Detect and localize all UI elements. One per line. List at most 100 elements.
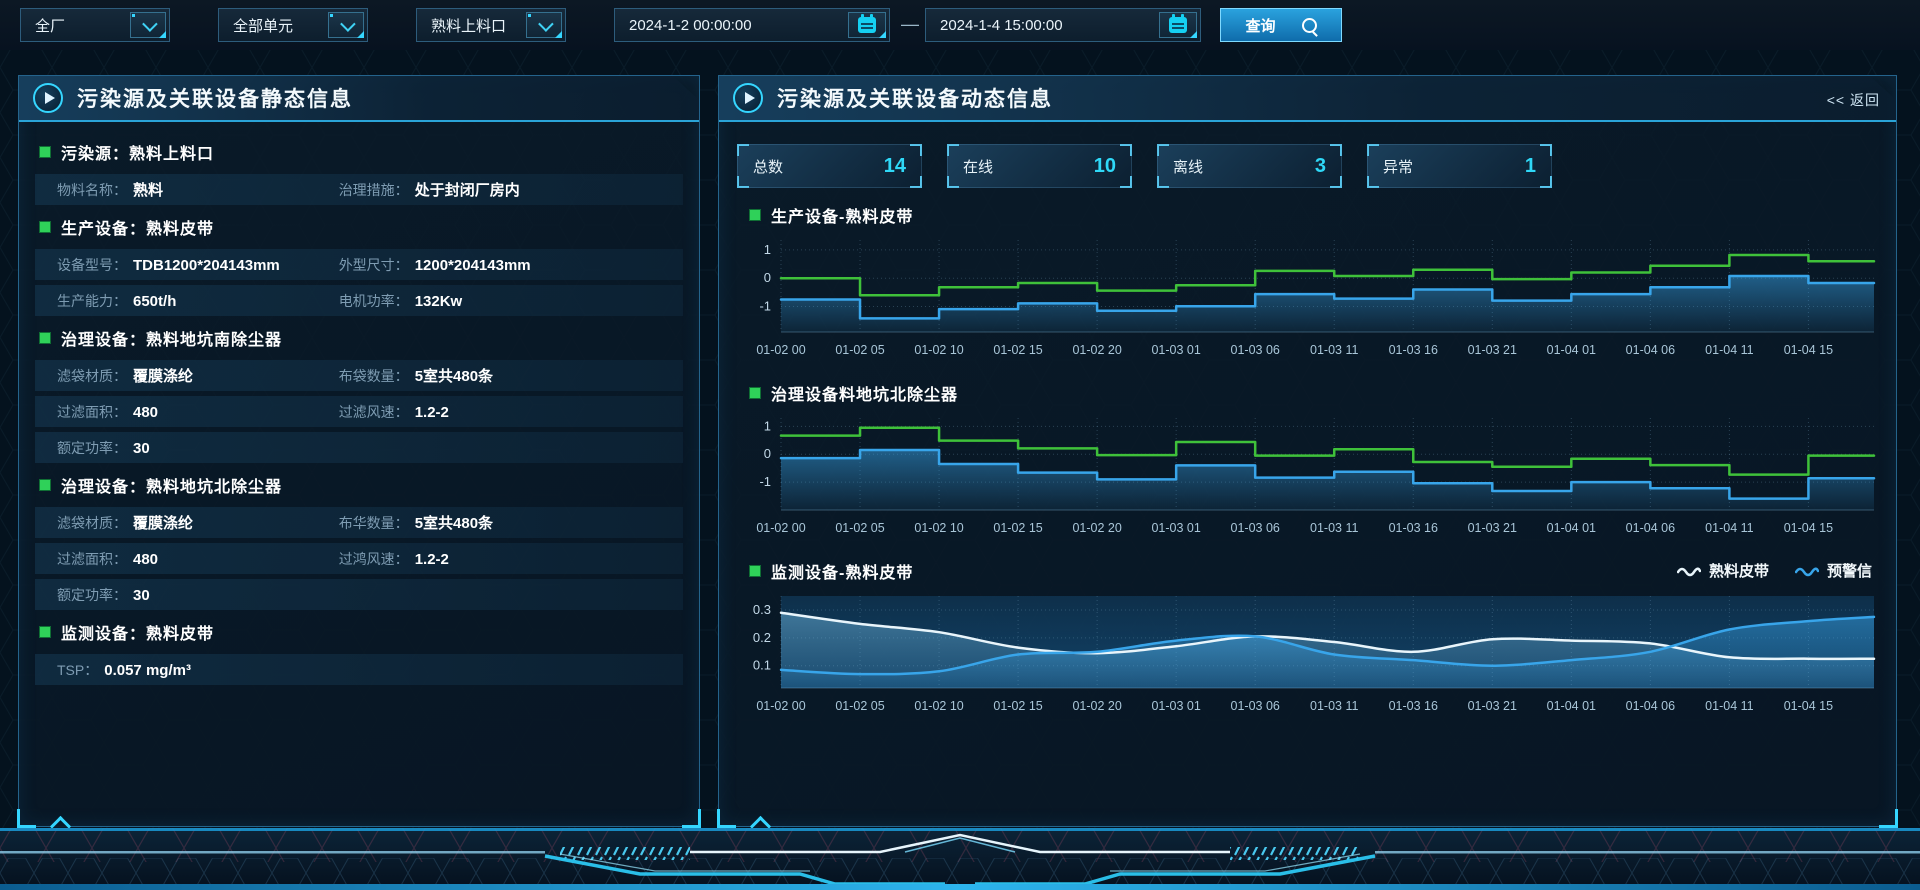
stat-value: 1 xyxy=(1525,155,1536,178)
legend-item-warning[interactable]: 预警信 xyxy=(1795,560,1872,581)
info-row: 生产能力：650t/h 电机功率：132Kw xyxy=(35,285,683,316)
svg-text:01-04 01: 01-04 01 xyxy=(1547,699,1596,713)
svg-text:01-04 15: 01-04 15 xyxy=(1784,521,1833,535)
unit-select[interactable]: 全部单元 xyxy=(218,8,368,42)
green-square-icon xyxy=(39,626,51,638)
end-date-input[interactable]: 2024-1-4 15:00:00 xyxy=(925,8,1201,42)
unit-select-value: 全部单元 xyxy=(219,15,328,36)
wave-line-icon xyxy=(1795,565,1819,577)
svg-text:01-03 11: 01-03 11 xyxy=(1310,699,1358,713)
stat-value: 3 xyxy=(1315,155,1326,178)
svg-text:1: 1 xyxy=(764,242,771,257)
dynamic-panel-body: 总数 14 在线 10 离线 3 异常 1 生产设备-熟料皮带 10-101-0… xyxy=(719,122,1896,722)
stat-box-total: 总数 14 xyxy=(737,144,922,188)
svg-text:01-02 10: 01-02 10 xyxy=(914,699,963,713)
play-icon xyxy=(33,83,63,113)
field-label: 布袋数量： xyxy=(339,366,409,386)
play-triangle xyxy=(745,92,755,104)
svg-text:01-02 15: 01-02 15 xyxy=(993,521,1042,535)
play-icon xyxy=(733,83,763,113)
info-row: 滤袋材质：覆膜涤纶 布袋数量：5室共480条 xyxy=(35,360,683,391)
chevron-down-icon[interactable] xyxy=(328,12,364,38)
field-label: 过鸿风速： xyxy=(339,549,409,569)
monitoring-equipment-chart-block: 监测设备-熟料皮带 熟料皮带 预警信 0.30.20.101-02 0001-0… xyxy=(737,558,1878,722)
svg-text:01-02 00: 01-02 00 xyxy=(756,343,805,357)
svg-text:-1: -1 xyxy=(759,474,771,489)
svg-text:01-03 01: 01-03 01 xyxy=(1151,521,1200,535)
field-value: 1.2-2 xyxy=(415,404,449,421)
info-row: 额定功率：30 xyxy=(35,432,683,463)
field-value: 熟料 xyxy=(133,179,163,200)
field: 滤袋材质：覆膜涤纶 xyxy=(57,512,339,533)
svg-text:01-04 15: 01-04 15 xyxy=(1784,343,1833,357)
chart-title-row: 监测设备-熟料皮带 熟料皮带 预警信 xyxy=(737,558,1878,584)
field-label: 治理措施： xyxy=(339,180,409,200)
field-value: 30 xyxy=(133,587,150,604)
legend-item-material-belt[interactable]: 熟料皮带 xyxy=(1677,560,1769,581)
monitoring-equipment-chart[interactable]: 0.30.20.101-02 0001-02 0501-02 1001-02 1… xyxy=(737,588,1878,722)
query-button[interactable]: 查询 xyxy=(1220,8,1342,42)
svg-text:1: 1 xyxy=(764,418,771,433)
chevron-down-icon[interactable] xyxy=(526,12,562,38)
plant-select[interactable]: 全厂 xyxy=(20,8,170,42)
svg-text:01-04 11: 01-04 11 xyxy=(1705,699,1753,713)
chevron-down-icon[interactable] xyxy=(130,12,166,38)
back-button[interactable]: << 返回 xyxy=(1827,90,1880,110)
section-title: 治理设备：熟料地坑南除尘器 xyxy=(61,326,282,350)
svg-text:01-03 01: 01-03 01 xyxy=(1151,343,1200,357)
svg-text:01-02 00: 01-02 00 xyxy=(756,521,805,535)
field-value: 1.2-2 xyxy=(415,551,449,568)
calendar-icon[interactable] xyxy=(848,12,886,38)
calendar-icon[interactable] xyxy=(1159,12,1197,38)
footer-decoration xyxy=(0,828,1920,890)
start-date-input[interactable]: 2024-1-2 00:00:00 xyxy=(614,8,890,42)
svg-text:01-03 16: 01-03 16 xyxy=(1389,343,1438,357)
svg-text:01-04 15: 01-04 15 xyxy=(1784,699,1833,713)
green-square-icon xyxy=(39,146,51,158)
info-row: 额定功率： 30 xyxy=(35,579,683,610)
svg-text:01-02 10: 01-02 10 xyxy=(914,343,963,357)
green-square-icon xyxy=(39,332,51,344)
svg-text:0.3: 0.3 xyxy=(753,602,771,617)
svg-text:01-03 21: 01-03 21 xyxy=(1468,699,1517,713)
dynamic-info-panel: 污染源及关联设备动态信息 << 返回 总数 14 在线 10 离线 3 异常 1 xyxy=(718,75,1897,827)
production-equipment-chart-block: 生产设备-熟料皮带 10-101-02 0001-02 0501-02 1001… xyxy=(737,202,1878,366)
treatment-equipment-chart[interactable]: 10-101-02 0001-02 0501-02 1001-02 1501-0… xyxy=(737,410,1878,544)
start-date-value: 2024-1-2 00:00:00 xyxy=(615,17,848,34)
field: 电机功率：132Kw xyxy=(339,291,683,311)
field: 滤袋材质：覆膜涤纶 xyxy=(57,365,339,386)
svg-text:01-02 10: 01-02 10 xyxy=(914,521,963,535)
field: 额定功率： 30 xyxy=(57,585,339,605)
field-label: 额定功率： xyxy=(57,438,127,458)
svg-text:01-02 05: 01-02 05 xyxy=(835,699,884,713)
source-select[interactable]: 熟料上料口 xyxy=(416,8,566,42)
stat-value: 14 xyxy=(884,155,906,178)
svg-text:01-02 00: 01-02 00 xyxy=(756,699,805,713)
svg-text:01-03 06: 01-03 06 xyxy=(1231,343,1280,357)
search-icon xyxy=(1302,18,1317,33)
svg-text:01-04 06: 01-04 06 xyxy=(1626,699,1675,713)
chart-title: 治理设备料地坑北除尘器 xyxy=(771,381,958,405)
field-label: 过滤面积： xyxy=(57,402,127,422)
chart-title: 监测设备-熟料皮带 xyxy=(771,559,913,583)
section-pollution-source: 污染源：熟料上料口 xyxy=(35,135,683,169)
field: 布袋数量：5室共480条 xyxy=(339,365,683,386)
chevron-glyph xyxy=(538,16,554,32)
section-monitoring-equipment: 监测设备：熟料皮带 xyxy=(35,615,683,649)
svg-text:0: 0 xyxy=(764,446,771,461)
svg-text:01-02 15: 01-02 15 xyxy=(993,699,1042,713)
info-row: 设备型号：TDB1200*204143mm 外型尺寸：1200*204143mm xyxy=(35,249,683,280)
svg-text:01-03 16: 01-03 16 xyxy=(1389,521,1438,535)
svg-text:01-03 06: 01-03 06 xyxy=(1231,521,1280,535)
field-label: 额定功率： xyxy=(57,585,127,605)
production-equipment-chart[interactable]: 10-101-02 0001-02 0501-02 1001-02 1501-0… xyxy=(737,232,1878,366)
green-square-icon xyxy=(749,387,761,399)
field-label: 外型尺寸： xyxy=(339,255,409,275)
legend-label: 熟料皮带 xyxy=(1709,560,1769,581)
info-row: 物料名称：熟料 治理措施：处于封闭厂房内 xyxy=(35,174,683,205)
field: 过滤面积：480 xyxy=(57,402,339,422)
field-label: TSP： xyxy=(57,660,98,680)
info-row: 过滤面积：480 过鸿风速：1.2-2 xyxy=(35,543,683,574)
chart-title-row: 治理设备料地坑北除尘器 xyxy=(737,380,1878,406)
calendar-glyph xyxy=(858,17,876,33)
